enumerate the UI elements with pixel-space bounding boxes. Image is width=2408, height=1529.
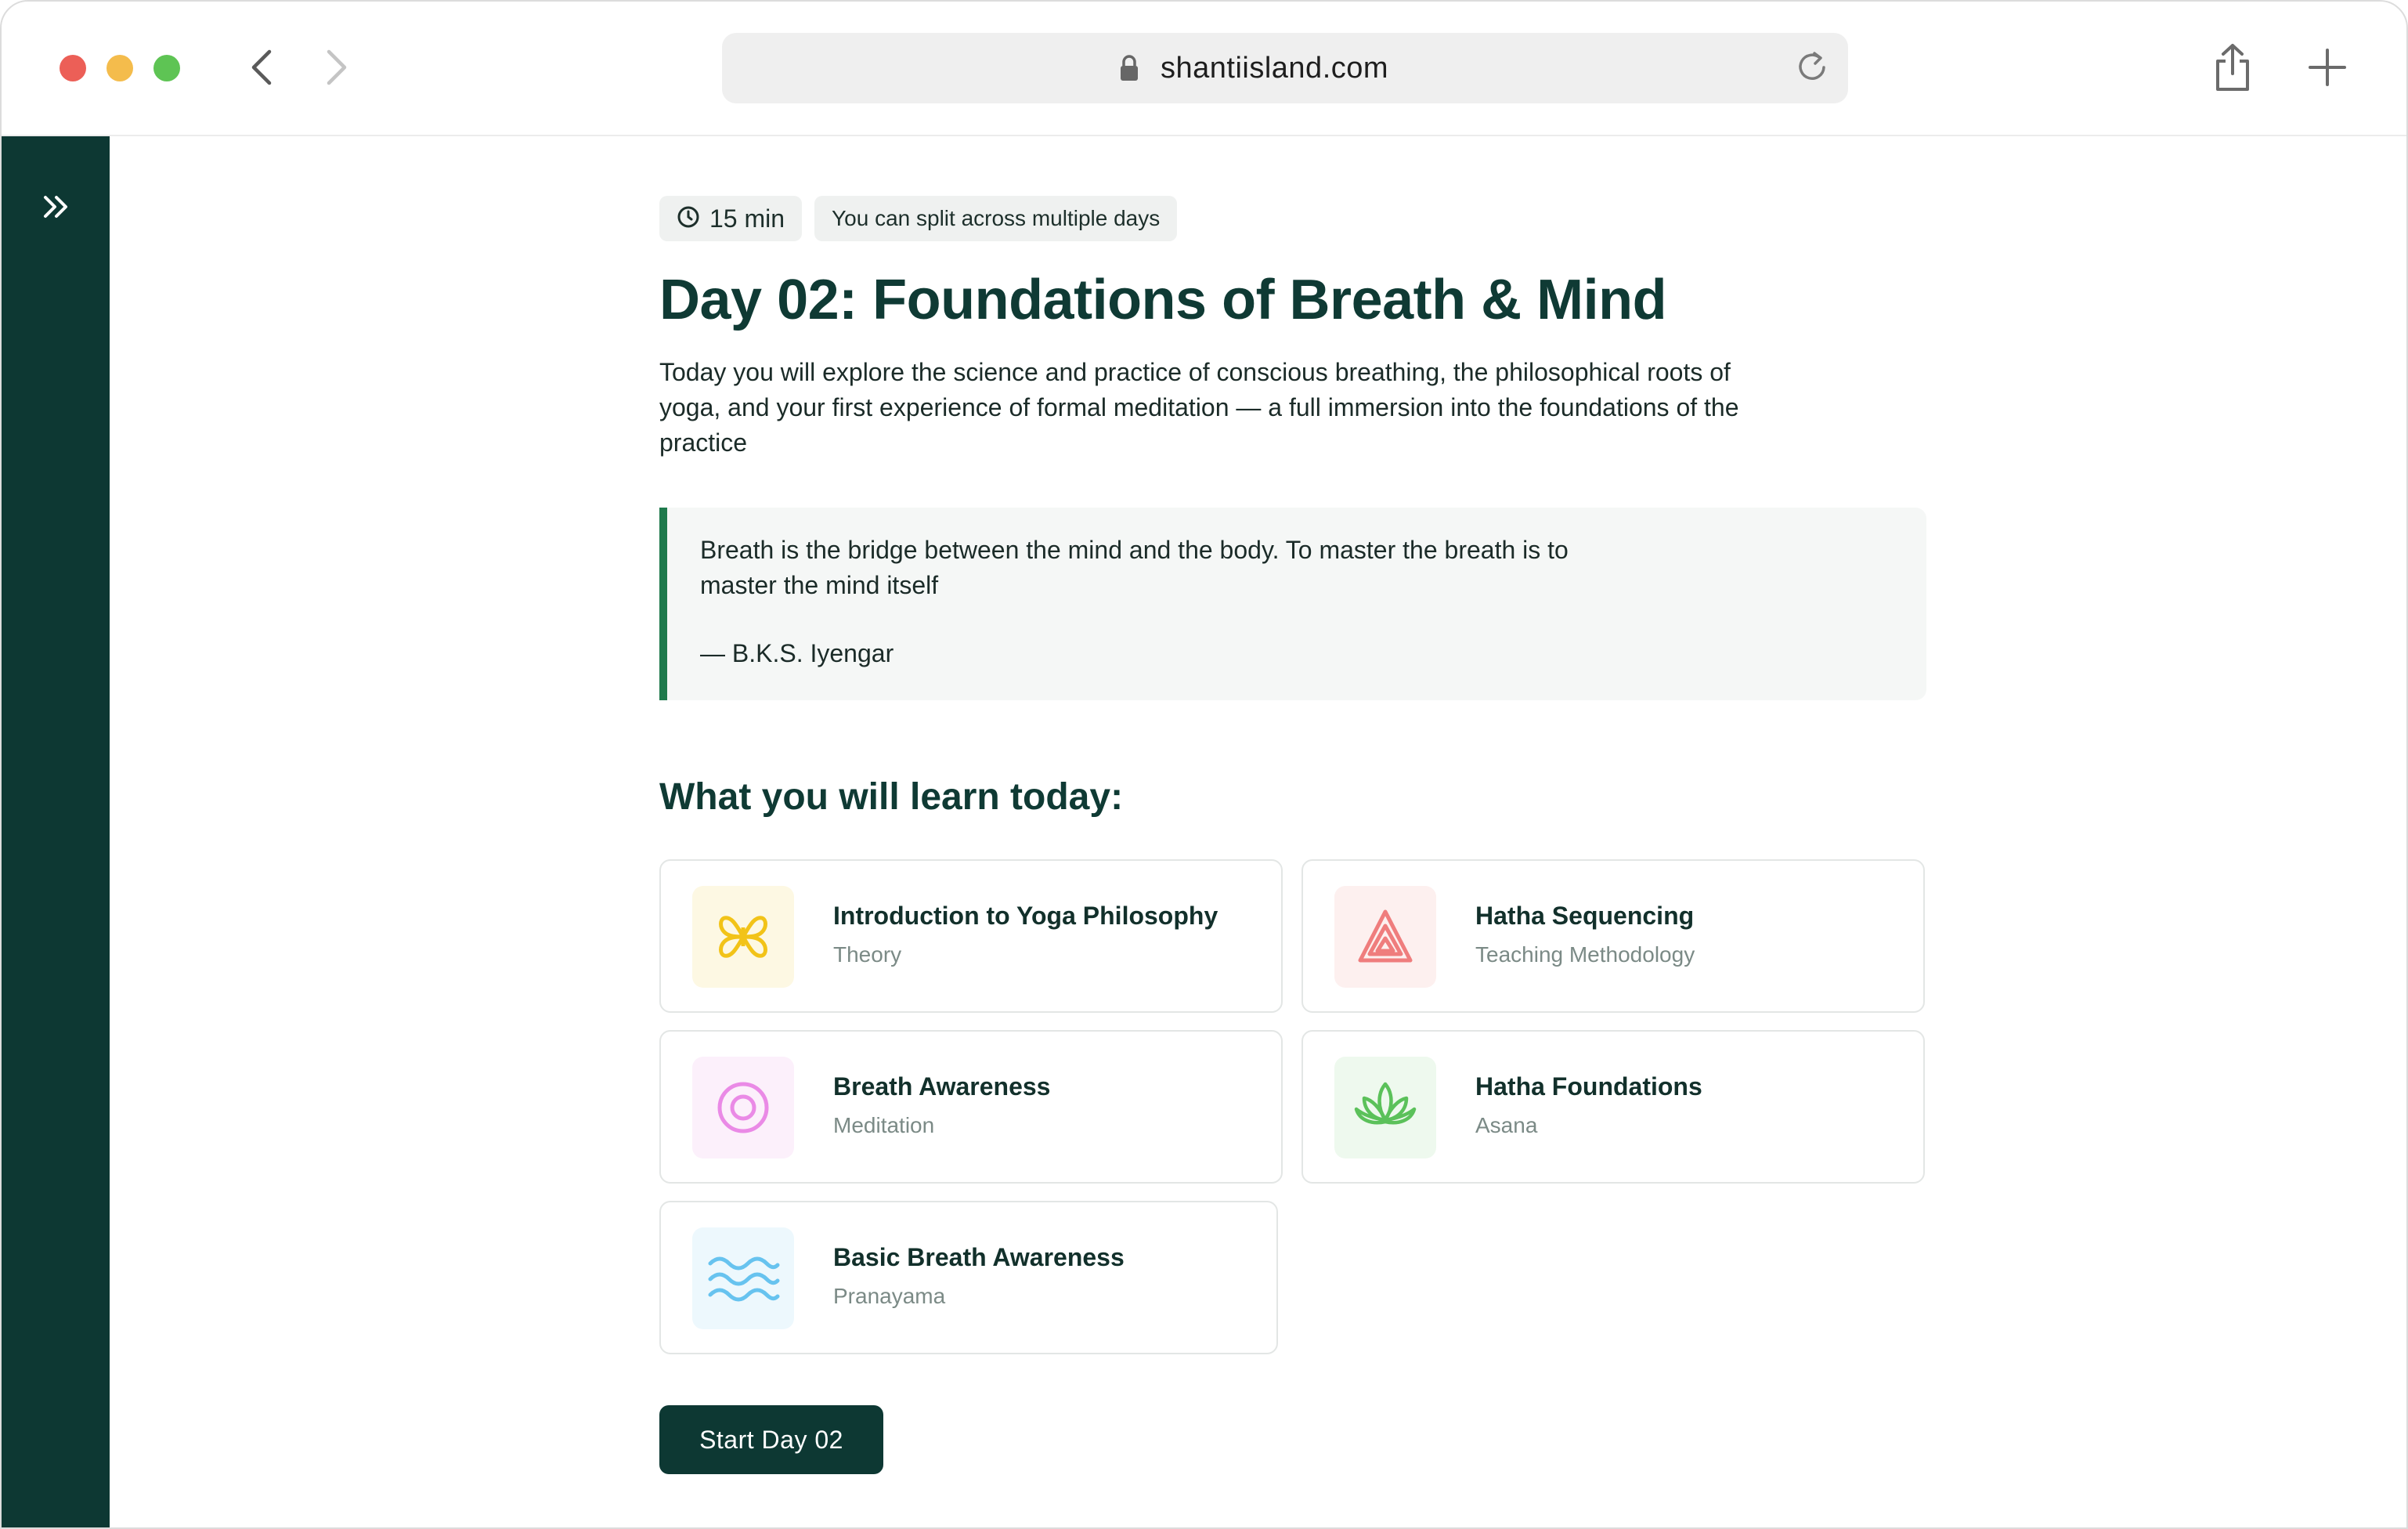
topic-name: Hatha Foundations — [1475, 1072, 1702, 1101]
quote-text: Breath is the bridge between the mind an… — [700, 536, 1569, 600]
forward-arrow-icon[interactable] — [313, 45, 357, 89]
circle-target-icon — [692, 1057, 794, 1159]
quote-block: Breath is the bridge between the mind an… — [659, 508, 1926, 701]
split-note-badge: You can split across multiple days — [814, 196, 1178, 241]
lesson-intro: Today you will explore the science and p… — [659, 358, 1739, 457]
topic-name: Breath Awareness — [833, 1072, 1051, 1101]
topic-category: Theory — [833, 942, 902, 967]
topic-card[interactable]: Breath Awareness Meditation — [659, 1030, 1283, 1184]
topic-cards: Introduction to Yoga Philosophy Theory H… — [659, 859, 1928, 1355]
lock-icon — [1117, 54, 1141, 86]
expand-sidebar-icon[interactable] — [41, 191, 72, 226]
url-text: shantiisland.com — [1161, 52, 1389, 85]
duration-text: 15 min — [709, 204, 785, 233]
browser-toolbar: shantiisland.com — [2, 2, 2406, 136]
topic-category: Asana — [1475, 1113, 1538, 1138]
split-note-text: You can split across multiple days — [832, 206, 1161, 230]
reload-icon[interactable] — [1793, 49, 1831, 90]
lotus-icon — [1334, 1057, 1436, 1159]
flower-icon — [692, 886, 794, 989]
topic-card[interactable]: Introduction to Yoga Philosophy Theory — [659, 859, 1283, 1014]
topic-category: Teaching Methodology — [1475, 942, 1695, 967]
back-arrow-icon[interactable] — [241, 45, 285, 89]
lesson-badges: 15 min You can split across multiple day… — [659, 196, 1928, 241]
topic-name: Hatha Sequencing — [1475, 902, 1695, 931]
section-heading: What you will learn today: — [659, 776, 1124, 819]
sidebar — [2, 136, 110, 1527]
topic-card[interactable]: Basic Breath Awareness Pranayama — [659, 1201, 1278, 1355]
topic-name: Introduction to Yoga Philosophy — [833, 902, 1218, 931]
page-title: Day 02: Foundations of Breath & Mind — [659, 269, 1667, 331]
lesson-content: 15 min You can split across multiple day… — [659, 196, 1928, 1474]
new-tab-plus-icon[interactable] — [2307, 47, 2348, 92]
waves-icon — [692, 1227, 794, 1330]
zoom-window-button[interactable] — [153, 55, 180, 81]
share-icon[interactable] — [2211, 42, 2254, 96]
start-day-button[interactable]: Start Day 02 — [659, 1405, 883, 1474]
quote-author: — B.K.S. Iyengar — [700, 639, 894, 668]
topic-category: Meditation — [833, 1113, 935, 1138]
topic-card[interactable]: Hatha Foundations Asana — [1301, 1030, 1925, 1184]
clock-icon — [677, 205, 700, 233]
topic-name: Basic Breath Awareness — [833, 1243, 1125, 1272]
topic-card[interactable]: Hatha Sequencing Teaching Methodology — [1301, 859, 1925, 1014]
topic-category: Pranayama — [833, 1284, 946, 1309]
close-window-button[interactable] — [60, 55, 86, 81]
triangle-icon — [1334, 886, 1436, 989]
address-bar[interactable]: shantiisland.com — [722, 33, 1848, 103]
duration-badge: 15 min — [659, 196, 803, 241]
browser-window: shantiisland.com 15 min You can split ac… — [0, 0, 2408, 1529]
minimize-window-button[interactable] — [107, 55, 133, 81]
